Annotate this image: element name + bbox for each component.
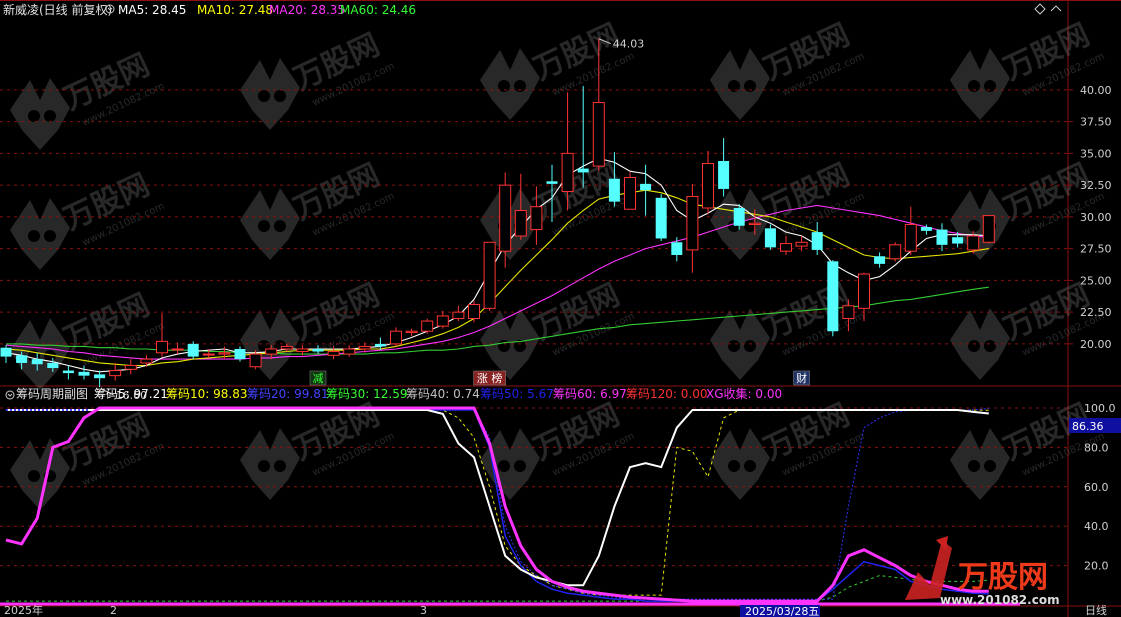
main-y-tick: 25.00 (1080, 274, 1112, 287)
chip120-label: 筹码120: 0.00 (626, 387, 707, 401)
main-y-tick: 40.00 (1080, 84, 1112, 97)
axis-date-mar: 3 (420, 604, 427, 617)
ma20-label: MA20: 28.35 (269, 3, 345, 17)
cursor-value: 86.36 (1072, 420, 1104, 433)
candle (889, 242, 902, 262)
sub-y-tick: 40.0 (1084, 520, 1109, 533)
axis-date-year: 2025年 (4, 603, 43, 617)
candle (421, 318, 434, 334)
event-marker-text: 涨 榜 (477, 371, 503, 385)
chip50-label: 筹码50: 5.67 (480, 387, 554, 401)
high-price-label: 44.03 (613, 38, 645, 51)
sub-title: 筹码周期副图 (16, 387, 88, 401)
candle (982, 215, 995, 244)
main-y-tick: 32.50 (1080, 179, 1112, 192)
candle (764, 224, 776, 250)
ma10-label: MA10: 27.48 (197, 3, 273, 17)
cursor-date-box: 2025/03/28五 (740, 605, 820, 617)
stock-title: 新威凌(日线 前复权) (3, 2, 112, 17)
chip60-label: 筹码60: 6.97 (553, 387, 627, 401)
axis-date-feb: 2 (110, 604, 117, 617)
chip40-label: 筹码40: 0.74 (406, 387, 480, 401)
ma60-label: MA60: 24.46 (340, 3, 416, 17)
event-marker-0[interactable]: 减 (309, 370, 327, 386)
event-marker-text: 减 (313, 372, 324, 385)
sub-y-tick: 80.0 (1084, 441, 1109, 454)
event-marker-1[interactable]: 涨 榜 (473, 370, 506, 386)
chip5-label: 筹码5: 97.21 (94, 387, 168, 401)
chip10-label: 筹码10: 98.83 (166, 387, 247, 401)
candle (655, 194, 667, 242)
sub-y-tick: 20.0 (1084, 560, 1109, 573)
main-y-tick: 37.50 (1080, 116, 1112, 129)
main-y-tick: 30.00 (1080, 211, 1112, 224)
candle (187, 341, 199, 360)
event-marker-2[interactable]: 财 (793, 370, 810, 386)
event-marker-text: 财 (796, 371, 807, 385)
cursor-value-box: 86.36 (1069, 418, 1121, 433)
candle (827, 260, 839, 337)
chip30-label: 筹码30: 12.59 (326, 387, 407, 401)
main-y-tick: 22.50 (1080, 306, 1112, 319)
brand-logo-url: www.201082.com (940, 593, 1060, 607)
main-y-tick: 20.00 (1080, 338, 1112, 351)
stock-chart[interactable]: 万股网www.201082.com万股网www.201082.com 万股网www… (0, 0, 1121, 617)
ma5-label: MA5: 28.45 (118, 3, 186, 17)
main-y-tick: 35.00 (1080, 147, 1112, 160)
candle (483, 241, 496, 311)
xg-collect-label: XG收集: 0.00 (706, 386, 782, 401)
sub-y-tick: 100.0 (1084, 402, 1116, 415)
sub-y-tick: 60.0 (1084, 481, 1109, 494)
main-y-tick: 27.50 (1080, 243, 1112, 256)
cursor-date: 2025/03/28五 (745, 605, 819, 617)
brand-logo-text: 万股网 (958, 560, 1048, 595)
candle (733, 204, 745, 230)
period-label: 日线 (1085, 603, 1107, 617)
chip20-label: 筹码20: 99.81 (247, 387, 328, 401)
candle (624, 172, 636, 210)
